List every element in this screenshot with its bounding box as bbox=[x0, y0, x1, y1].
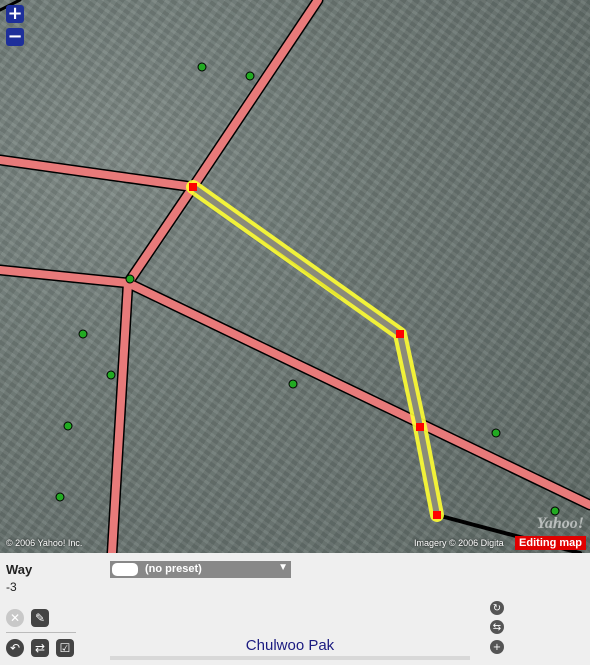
way-id: -3 bbox=[6, 580, 17, 594]
yahoo-logo: Yahoo! bbox=[536, 515, 584, 532]
name-tag-value[interactable]: Chulwoo Pak bbox=[110, 637, 470, 654]
properties-panel: Way -3 (no preset) ▼ ✕ ✎ ↶ ⇄ ☑ ↻ ⇆ + Chu… bbox=[0, 553, 590, 665]
toolbar-divider bbox=[6, 632, 76, 633]
selected-way-highlight[interactable] bbox=[186, 180, 444, 522]
car-icon bbox=[112, 563, 138, 576]
road-segment[interactable] bbox=[0, 156, 197, 191]
road-segment[interactable] bbox=[108, 279, 132, 553]
poi-marker[interactable] bbox=[63, 421, 73, 431]
way-node[interactable] bbox=[396, 330, 404, 338]
undo-icon[interactable]: ↶ bbox=[6, 639, 24, 657]
road-segment[interactable] bbox=[189, 0, 322, 191]
copyright-text: © 2006 Yahoo! Inc. bbox=[6, 538, 83, 548]
poi-marker[interactable] bbox=[78, 329, 88, 339]
map-canvas[interactable]: + − Yahoo! © 2006 Yahoo! Inc. Imagery © … bbox=[0, 0, 590, 553]
feature-type-title: Way bbox=[6, 562, 33, 577]
add-tag-icon[interactable]: + bbox=[490, 640, 504, 654]
poi-marker[interactable] bbox=[125, 274, 135, 284]
pencil-icon[interactable]: ✎ bbox=[31, 609, 49, 627]
poi-marker[interactable] bbox=[491, 428, 501, 438]
zoom-in-button[interactable]: + bbox=[6, 5, 24, 23]
name-tag-underline bbox=[110, 656, 470, 660]
road-segment[interactable] bbox=[124, 279, 590, 509]
preset-label: (no preset) bbox=[145, 563, 202, 575]
poi-marker[interactable] bbox=[245, 71, 255, 81]
history-icon[interactable]: ↻ bbox=[490, 601, 504, 615]
editing-map-badge: Editing map bbox=[515, 536, 586, 550]
zoom-out-button[interactable]: − bbox=[6, 28, 24, 46]
poi-marker[interactable] bbox=[55, 492, 65, 502]
imagery-credit: Imagery © 2006 Digita bbox=[414, 538, 504, 548]
poi-marker[interactable] bbox=[106, 370, 116, 380]
reverse-icon[interactable]: ⇄ bbox=[31, 639, 49, 657]
way-node[interactable] bbox=[416, 423, 424, 431]
repeat-tags-icon[interactable]: ⇆ bbox=[490, 620, 504, 634]
delete-icon[interactable]: ✕ bbox=[6, 609, 24, 627]
poi-marker[interactable] bbox=[288, 379, 298, 389]
poi-marker[interactable] bbox=[550, 506, 560, 516]
map-overlay bbox=[0, 0, 590, 553]
preset-dropdown[interactable]: (no preset) ▼ bbox=[110, 561, 291, 578]
chevron-down-icon: ▼ bbox=[278, 562, 288, 573]
checkbox-icon[interactable]: ☑ bbox=[56, 639, 74, 657]
way-node[interactable] bbox=[433, 511, 441, 519]
poi-marker[interactable] bbox=[197, 62, 207, 72]
way-node[interactable] bbox=[189, 183, 197, 191]
